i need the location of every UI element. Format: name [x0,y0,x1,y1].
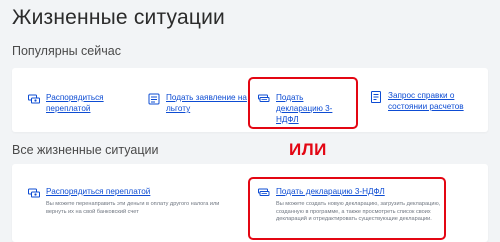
highlight-box-all-3ndfl [248,177,446,240]
popular-item-benefit-application[interactable]: Подать заявление на льготу [148,92,258,114]
popular-section-title: Популярны сейчас [12,44,121,58]
popular-item-label[interactable]: Подать заявление на льготу [166,92,258,114]
popular-item-label[interactable]: Запрос справки о состоянии расчетов [388,90,488,112]
currency-exchange-icon [28,187,40,199]
highlight-box-popular-3ndfl [248,77,358,129]
page-title: Жизненные ситуации [12,6,225,29]
popular-item-settlement-certificate[interactable]: Запрос справки о состоянии расчетов [370,90,488,112]
all-item-label[interactable]: Распорядиться переплатой [46,186,238,197]
all-item-overpayment[interactable]: Распорядиться переплатой Вы можете перен… [28,186,238,216]
all-item-description: Вы можете перенаправить эти деньги в опл… [46,201,220,215]
popular-item-label[interactable]: Распорядиться переплатой [46,92,116,114]
popular-item-overpayment[interactable]: Распорядиться переплатой [28,92,116,114]
all-section-title: Все жизненные ситуации [12,143,159,157]
or-annotation-label: ИЛИ [289,140,327,159]
application-form-icon [148,93,160,105]
document-list-icon [370,91,382,103]
currency-exchange-icon [28,93,40,105]
